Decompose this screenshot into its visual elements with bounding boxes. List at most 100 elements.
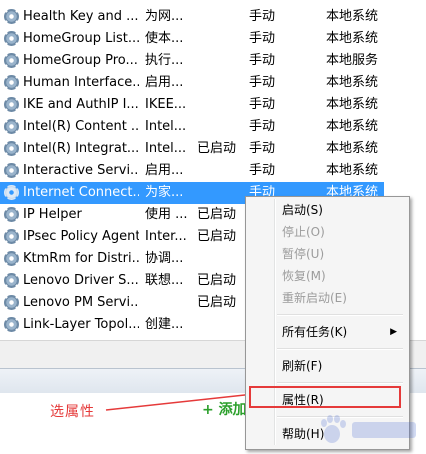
service-startup-type: 手动: [249, 75, 276, 90]
service-startup-type: 手动: [249, 53, 276, 68]
gear-icon: [4, 97, 19, 112]
service-row[interactable]: Intel(R) Content ... Intel... 手动 本地系统: [0, 116, 384, 138]
services-window: Health Key and ... 为网... 手动 本地系统 HomeGroup L…: [0, 0, 426, 454]
service-startup-type: 手动: [249, 31, 276, 46]
service-startup-type: 手动: [249, 97, 276, 112]
menu-separator: [277, 348, 403, 350]
menu-item-label: 启动(S): [282, 203, 323, 217]
service-gear-icon: [4, 94, 22, 116]
service-row[interactable]: Intel(R) Integrat... Intel... 已启动 手动 本地系统: [0, 138, 384, 160]
service-row[interactable]: Human Interface... 启用... 手动 本地系统: [0, 72, 384, 94]
menu-separator: [277, 382, 403, 384]
service-gear-icon: [4, 72, 22, 94]
service-description: 联想...: [145, 273, 184, 288]
menu-item-restart[interactable]: 重新启动(E): [248, 287, 405, 309]
service-description: 启用...: [145, 163, 184, 178]
service-name: HomeGroup List...: [23, 31, 139, 46]
service-logon-as: 本地系统: [326, 9, 379, 24]
service-status: [197, 182, 243, 204]
service-name: Lenovo Driver S...: [23, 273, 139, 288]
gear-icon: [4, 207, 19, 222]
service-description: 使用 ...: [145, 207, 188, 222]
service-status: [197, 314, 243, 336]
service-status: 已启动: [197, 229, 237, 244]
service-name: Human Interface...: [23, 75, 139, 90]
gear-icon: [4, 273, 19, 288]
service-logon-as: 本地系统: [326, 119, 379, 134]
service-status: [197, 116, 243, 138]
menu-item-label: 停止(O): [282, 225, 325, 239]
service-gear-icon: [4, 6, 22, 28]
service-status: [197, 160, 243, 182]
service-logon-as: 本地系统: [326, 97, 379, 112]
service-logon-as: 本地系统: [326, 31, 379, 46]
menu-item-label: 所有任务(K): [282, 325, 348, 339]
menu-item-pause[interactable]: 暂停(U): [248, 243, 405, 265]
service-row[interactable]: IKE and AuthIP I... IKEE... 手动 本地系统: [0, 94, 384, 116]
service-name: Intel(R) Content ...: [23, 119, 139, 134]
service-name: Link-Layer Topol...: [23, 317, 139, 332]
service-description: 使本...: [145, 31, 184, 46]
service-logon-as: 本地系统: [326, 163, 379, 178]
gear-icon: [4, 185, 19, 200]
submenu-arrow-icon: ▶: [390, 327, 397, 337]
service-status: [197, 28, 243, 50]
service-startup-type: 手动: [249, 119, 276, 134]
service-name: Health Key and ...: [23, 9, 139, 24]
service-description: 协调...: [145, 251, 184, 266]
service-status: 已启动: [197, 207, 237, 222]
service-startup-type: 手动: [249, 163, 276, 178]
gear-icon: [4, 229, 19, 244]
service-status: [197, 6, 243, 28]
menu-item-label: 帮助(H): [282, 427, 325, 441]
menu-item-stop[interactable]: 停止(O): [248, 221, 405, 243]
service-name: KtmRm for Distri...: [23, 251, 139, 266]
service-startup-type: 手动: [249, 141, 276, 156]
service-name: Internet Connect...: [23, 185, 139, 200]
gear-icon: [4, 163, 19, 178]
menu-separator: [277, 416, 403, 418]
service-gear-icon: [4, 28, 22, 50]
service-row[interactable]: Interactive Servi... 启用... 手动 本地系统: [0, 160, 384, 182]
service-gear-icon: [4, 314, 22, 336]
menu-item-help[interactable]: 帮助(H): [248, 423, 405, 445]
service-gear-icon: [4, 270, 22, 292]
menu-item-all-tasks[interactable]: 所有任务(K) ▶: [248, 321, 405, 343]
add-link[interactable]: + 添加: [202, 399, 247, 419]
service-row[interactable]: Health Key and ... 为网... 手动 本地系统: [0, 6, 384, 28]
service-gear-icon: [4, 138, 22, 160]
menu-item-label: 暂停(U): [282, 247, 325, 261]
service-status: 已启动: [197, 273, 237, 288]
menu-item-start[interactable]: 启动(S): [248, 199, 405, 221]
service-status: [197, 72, 243, 94]
gear-icon: [4, 53, 19, 68]
service-description: 为网...: [145, 9, 184, 24]
annotation-label: 选属性: [50, 404, 95, 420]
gear-icon: [4, 31, 19, 46]
service-description: 为家...: [145, 185, 184, 200]
service-gear-icon: [4, 292, 22, 314]
service-name: IP Helper: [23, 207, 82, 222]
service-description: [145, 292, 191, 314]
gear-icon: [4, 317, 19, 332]
menu-item-refresh[interactable]: 刷新(F): [248, 355, 405, 377]
service-row[interactable]: HomeGroup List... 使本... 手动 本地系统: [0, 28, 384, 50]
service-gear-icon: [4, 50, 22, 72]
service-gear-icon: [4, 248, 22, 270]
menu-item-resume[interactable]: 恢复(M): [248, 265, 405, 287]
service-gear-icon: [4, 160, 22, 182]
gear-icon: [4, 251, 19, 266]
service-description: Inter...: [145, 229, 187, 244]
service-gear-icon: [4, 182, 22, 204]
service-description: Intel...: [145, 141, 187, 156]
service-description: 创建...: [145, 317, 184, 332]
service-row[interactable]: HomeGroup Pro... 执行... 手动 本地服务: [0, 50, 384, 72]
gear-icon: [4, 295, 19, 310]
service-name: HomeGroup Pro...: [23, 53, 138, 68]
gear-icon: [4, 9, 19, 24]
service-name: IPsec Policy Agent: [23, 229, 139, 244]
service-description: 执行...: [145, 53, 184, 68]
menu-item-label: 重新启动(E): [282, 291, 347, 305]
service-description: Intel...: [145, 119, 187, 134]
service-logon-as: 本地系统: [326, 75, 379, 90]
